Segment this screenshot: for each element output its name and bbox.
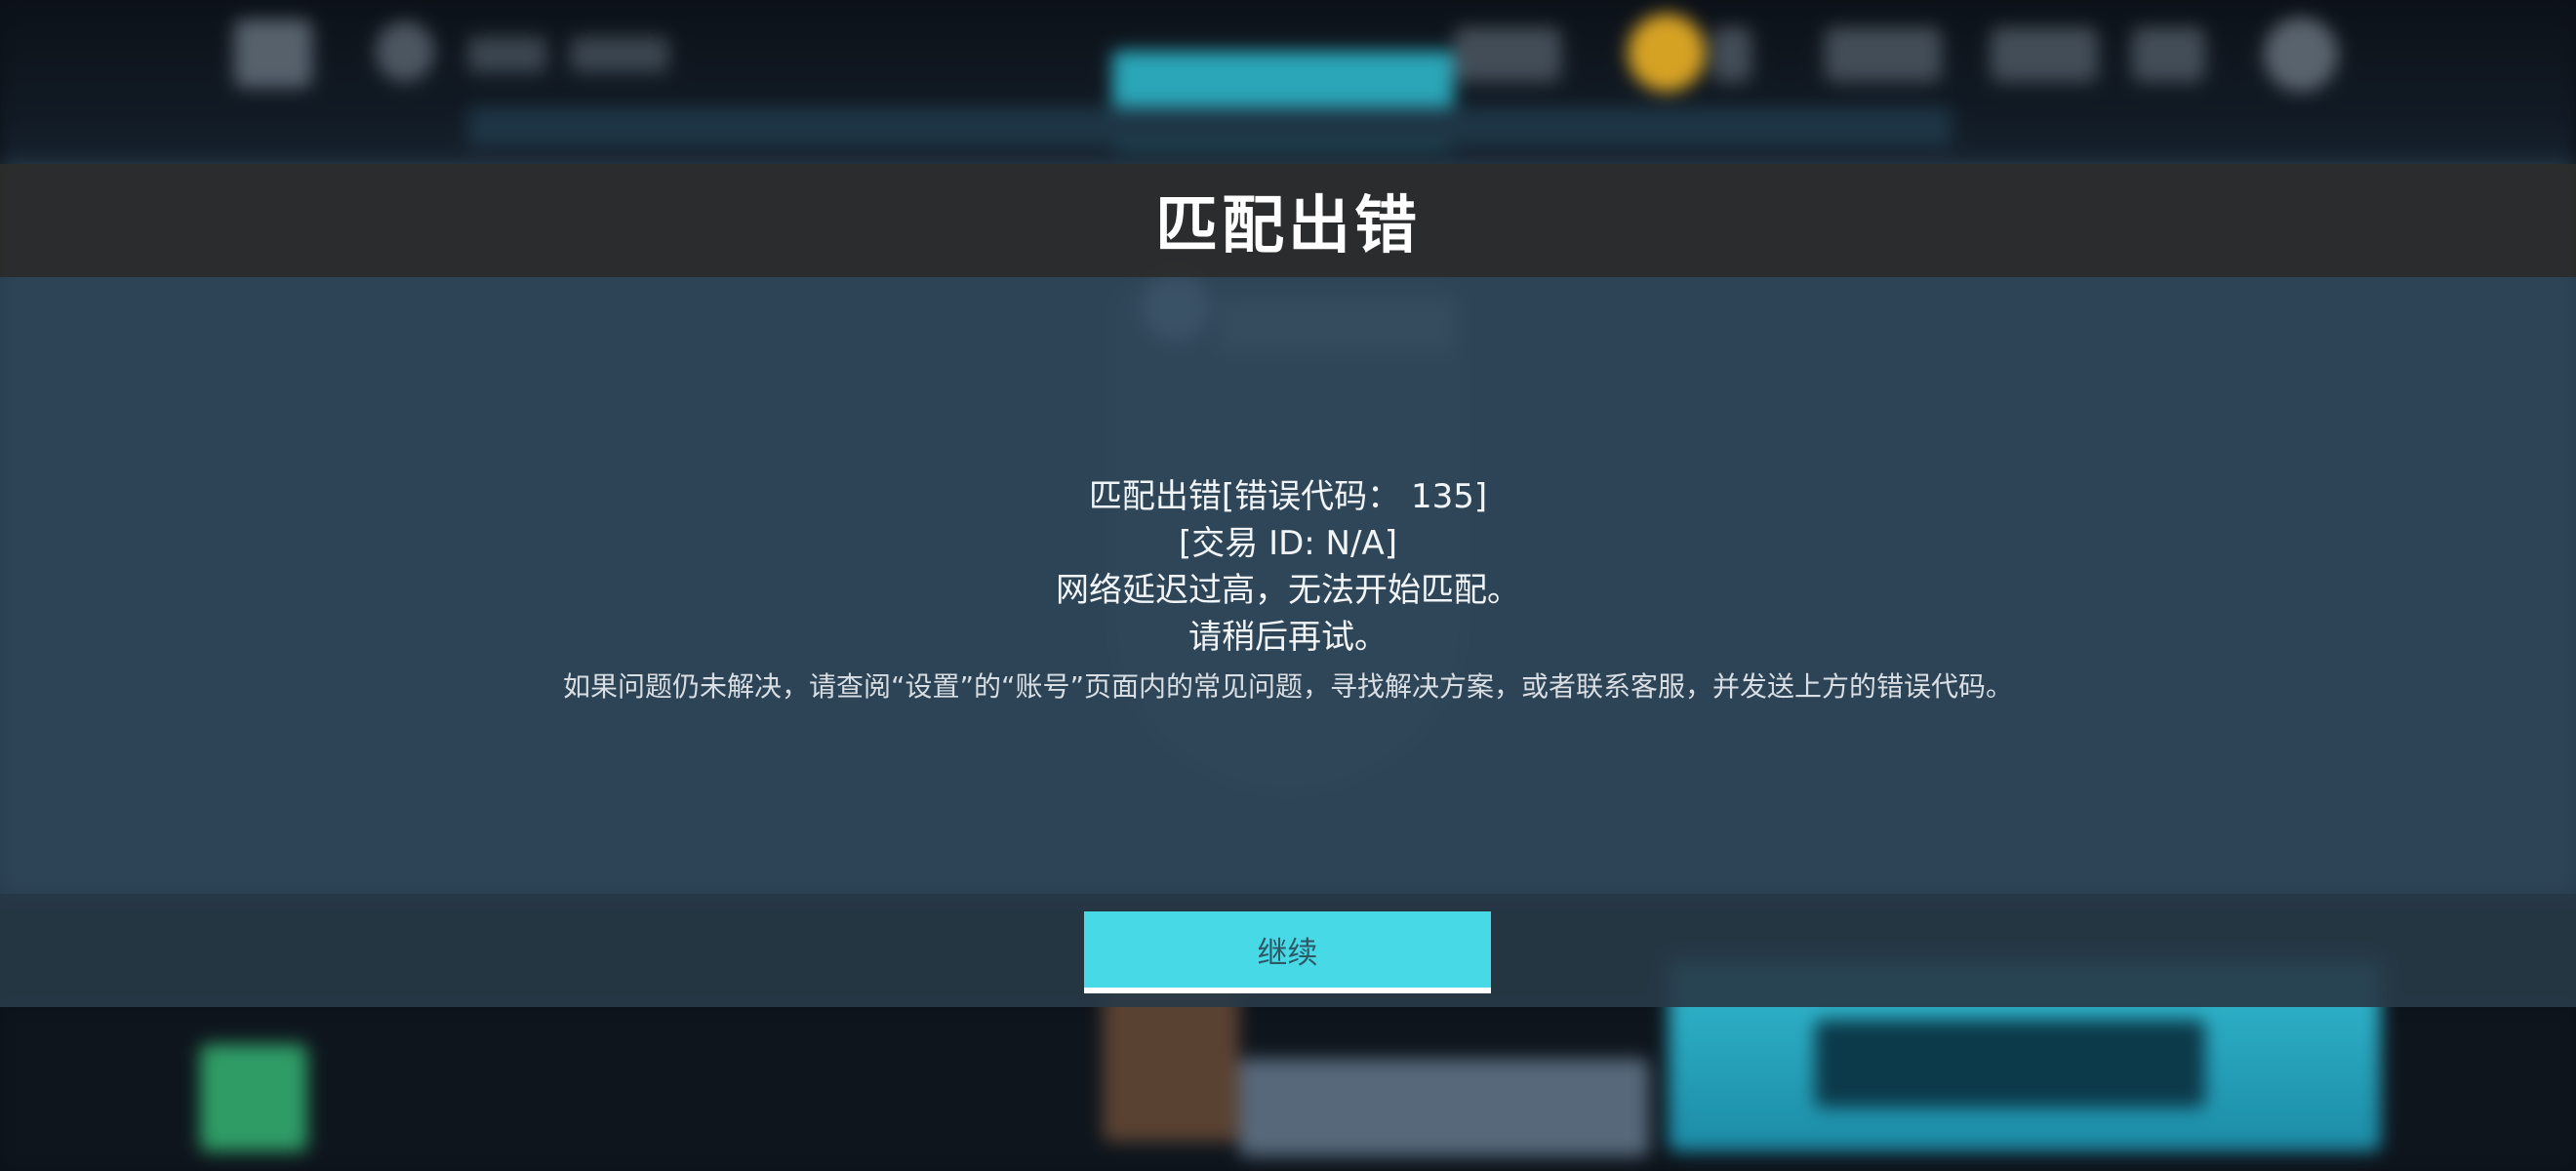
background-currency-item	[1991, 27, 2098, 82]
background-breadcrumb	[468, 37, 546, 72]
continue-button[interactable]: 继续	[1084, 911, 1491, 993]
error-dialog-title: 匹配出错	[1155, 190, 1421, 262]
continue-button-label: 继续	[1257, 935, 1318, 971]
background-top-bar	[0, 0, 2576, 164]
settings-gear-icon	[2264, 18, 2338, 92]
background-start-game-label	[1815, 1020, 2205, 1108]
background-breadcrumb	[571, 37, 668, 72]
error-dialog-message: 匹配出错[错误代码： 135] [交易 ID: N/A] 网络延迟过高，无法开始…	[0, 473, 2576, 711]
back-arrow-icon	[376, 21, 434, 82]
gold-coin-icon	[1628, 14, 1706, 92]
background-currency-item	[1454, 27, 1561, 82]
network-latency-line: 网络延迟过高，无法开始匹配。	[1056, 571, 1520, 610]
background-green-icon	[200, 1044, 307, 1151]
home-icon	[234, 20, 312, 88]
error-dialog-titlebar: 匹配出错	[0, 164, 2576, 277]
background-currency-item	[1825, 27, 1942, 82]
background-currency-item	[1712, 27, 1751, 82]
help-text: 如果问题仍未解决，请查阅“设置”的“账号”页面内的常见问题，寻找解决方案，或者联…	[562, 670, 2014, 703]
background-tab-strip	[468, 107, 1952, 146]
transaction-id-line: [交易 ID: N/A]	[1179, 524, 1397, 563]
chat-icon	[2132, 27, 2205, 82]
retry-later-line: 请稍后再试。	[1188, 618, 1388, 657]
background-secondary-button	[1239, 1059, 1649, 1156]
error-code-line: 匹配出错[错误代码： 135]	[1088, 477, 1488, 516]
